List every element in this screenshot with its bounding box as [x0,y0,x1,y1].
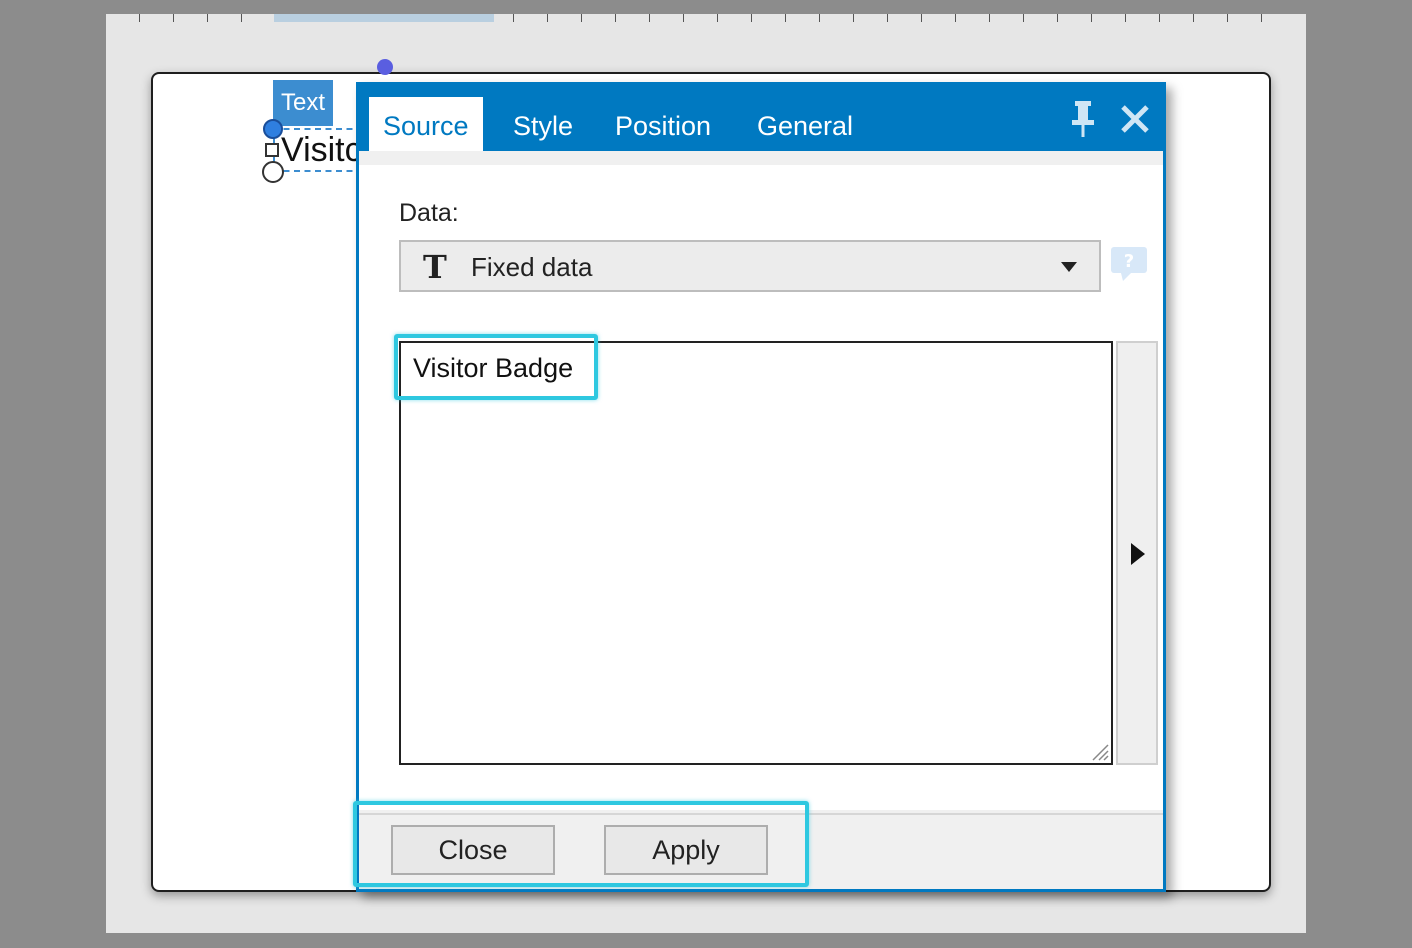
tab-general[interactable]: General [743,97,867,151]
expand-panel-button[interactable] [1116,341,1158,765]
tab-position[interactable]: Position [601,97,725,151]
object-type-tag: Text [273,80,333,126]
ruler-highlight [274,14,494,22]
tab-source[interactable]: Source [369,97,483,151]
anchor-handle[interactable] [263,119,283,139]
close-icon[interactable] [1117,101,1153,137]
highlight-text-value [394,334,598,400]
svg-text:?: ? [1124,251,1134,272]
text-type-icon: T [423,248,447,286]
data-source-dropdown[interactable]: T Fixed data [399,240,1101,292]
text-object[interactable]: Visitc [273,128,363,172]
resize-grip-icon[interactable] [1089,741,1109,761]
tab-style[interactable]: Style [499,97,587,151]
chevron-down-icon [1061,262,1077,272]
pin-icon[interactable] [1069,99,1097,139]
dialog-titlebar: Source Style Position General [359,85,1163,151]
data-source-value: Fixed data [471,252,593,282]
text-value-input[interactable]: Visitor Badge [399,341,1113,765]
highlight-buttons [353,801,809,887]
rotation-handle[interactable] [377,59,393,75]
properties-dialog: Source Style Position General Data: T Fi… [356,82,1166,892]
resize-handle[interactable] [265,143,279,157]
play-arrow-icon [1131,543,1145,565]
anchor-point-handle[interactable] [262,161,284,183]
data-label: Data: [399,199,459,227]
help-icon[interactable]: ? [1109,245,1149,283]
